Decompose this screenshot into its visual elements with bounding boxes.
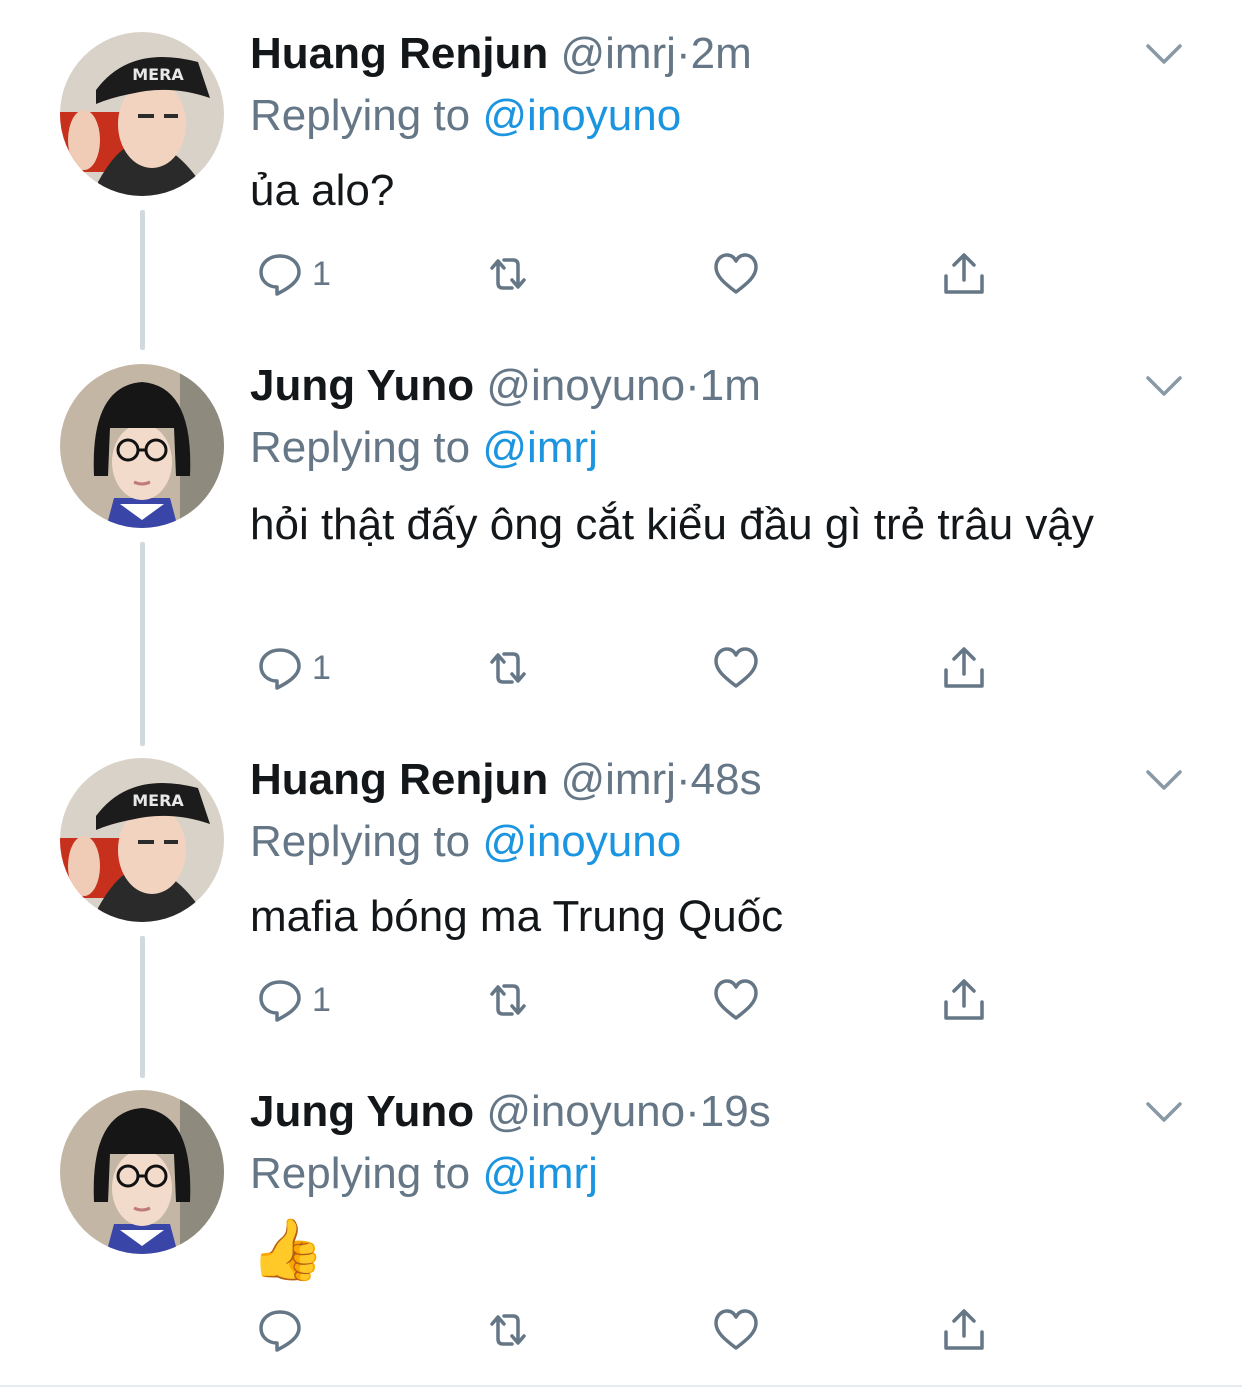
mention-link[interactable]: @inoyuno [482, 91, 681, 140]
reply-icon [256, 250, 304, 298]
share-icon [940, 644, 988, 692]
retweet-icon [484, 644, 532, 692]
reply-icon [256, 976, 304, 1024]
replying-to: Replying to @inoyuno [250, 814, 681, 870]
replying-to: Replying to @imrj [250, 1146, 598, 1202]
reply-count: 1 [312, 254, 331, 293]
heart-icon [712, 644, 760, 692]
retweet-button[interactable] [484, 250, 532, 298]
share-button[interactable] [940, 250, 988, 298]
reply-button[interactable]: 1 [256, 976, 331, 1024]
avatar[interactable] [60, 364, 224, 528]
tweet-header: Huang Renjun @imrj·48s [250, 752, 762, 808]
share-button[interactable] [940, 644, 988, 692]
replying-to-label: Replying to [250, 817, 471, 866]
display-name[interactable]: Huang Renjun [250, 755, 548, 804]
share-icon [940, 250, 988, 298]
replying-to-label: Replying to [250, 1149, 471, 1198]
avatar[interactable] [60, 1090, 224, 1254]
mention-link[interactable]: @imrj [482, 423, 598, 472]
retweet-icon [484, 1306, 532, 1354]
handle[interactable]: @imrj [560, 29, 676, 78]
dot-separator: · [675, 29, 691, 78]
replying-to: Replying to @inoyuno [250, 88, 681, 144]
retweet-button[interactable] [484, 976, 532, 1024]
like-button[interactable] [712, 250, 760, 298]
replying-to: Replying to @imrj [250, 420, 598, 476]
handle[interactable]: @imrj [560, 755, 676, 804]
avatar[interactable] [60, 758, 224, 922]
timestamp[interactable]: 1m [700, 361, 761, 410]
heart-icon [712, 250, 760, 298]
replying-to-label: Replying to [250, 423, 471, 472]
reply-icon [256, 1306, 304, 1354]
dot-separator: · [685, 1087, 700, 1136]
timestamp[interactable]: 19s [700, 1087, 771, 1136]
mention-link[interactable]: @imrj [482, 1149, 598, 1198]
dot-separator: · [675, 755, 691, 804]
retweet-button[interactable] [484, 1306, 532, 1354]
tweet-text: ủa alo? [250, 166, 395, 215]
dot-separator: · [685, 361, 700, 410]
chevron-down-icon[interactable] [1144, 374, 1184, 398]
handle[interactable]: @inoyuno [486, 1087, 685, 1136]
chevron-down-icon[interactable] [1144, 1100, 1184, 1124]
thread-line [140, 210, 145, 350]
display-name[interactable]: Jung Yuno [250, 361, 474, 410]
retweet-button[interactable] [484, 644, 532, 692]
display-name[interactable]: Jung Yuno [250, 1087, 474, 1136]
heart-icon [712, 976, 760, 1024]
chevron-down-icon[interactable] [1144, 42, 1184, 66]
reply-icon [256, 644, 304, 692]
timestamp[interactable]: 2m [691, 29, 752, 78]
display-name[interactable]: Huang Renjun [250, 29, 548, 78]
reply-count: 1 [312, 980, 331, 1019]
tweet-text: hỏi thật đấy ông cắt kiểu đầu gì trẻ trâ… [250, 500, 1094, 549]
retweet-icon [484, 250, 532, 298]
share-button[interactable] [940, 1306, 988, 1354]
tweet-header: Jung Yuno @inoyuno·19s [250, 1084, 771, 1140]
tweet-text: 👍 [250, 1216, 325, 1283]
reply-count: 1 [312, 648, 331, 687]
replying-to-label: Replying to [250, 91, 471, 140]
like-button[interactable] [712, 644, 760, 692]
thread-line [140, 936, 145, 1078]
handle[interactable]: @inoyuno [486, 361, 685, 410]
share-button[interactable] [940, 976, 988, 1024]
timestamp[interactable]: 48s [691, 755, 762, 804]
reply-button[interactable]: 1 [256, 250, 331, 298]
thread-line [140, 542, 145, 746]
chevron-down-icon[interactable] [1144, 768, 1184, 792]
tweet-header: Huang Renjun @imrj·2m [250, 26, 752, 82]
retweet-icon [484, 976, 532, 1024]
reply-button[interactable] [256, 1306, 312, 1354]
heart-icon [712, 1306, 760, 1354]
mention-link[interactable]: @inoyuno [482, 817, 681, 866]
share-icon [940, 1306, 988, 1354]
share-icon [940, 976, 988, 1024]
avatar[interactable] [60, 32, 224, 196]
like-button[interactable] [712, 976, 760, 1024]
tweet-header: Jung Yuno @inoyuno·1m [250, 358, 761, 414]
tweet-text: mafia bóng ma Trung Quốc [250, 892, 784, 941]
reply-button[interactable]: 1 [256, 644, 331, 692]
like-button[interactable] [712, 1306, 760, 1354]
